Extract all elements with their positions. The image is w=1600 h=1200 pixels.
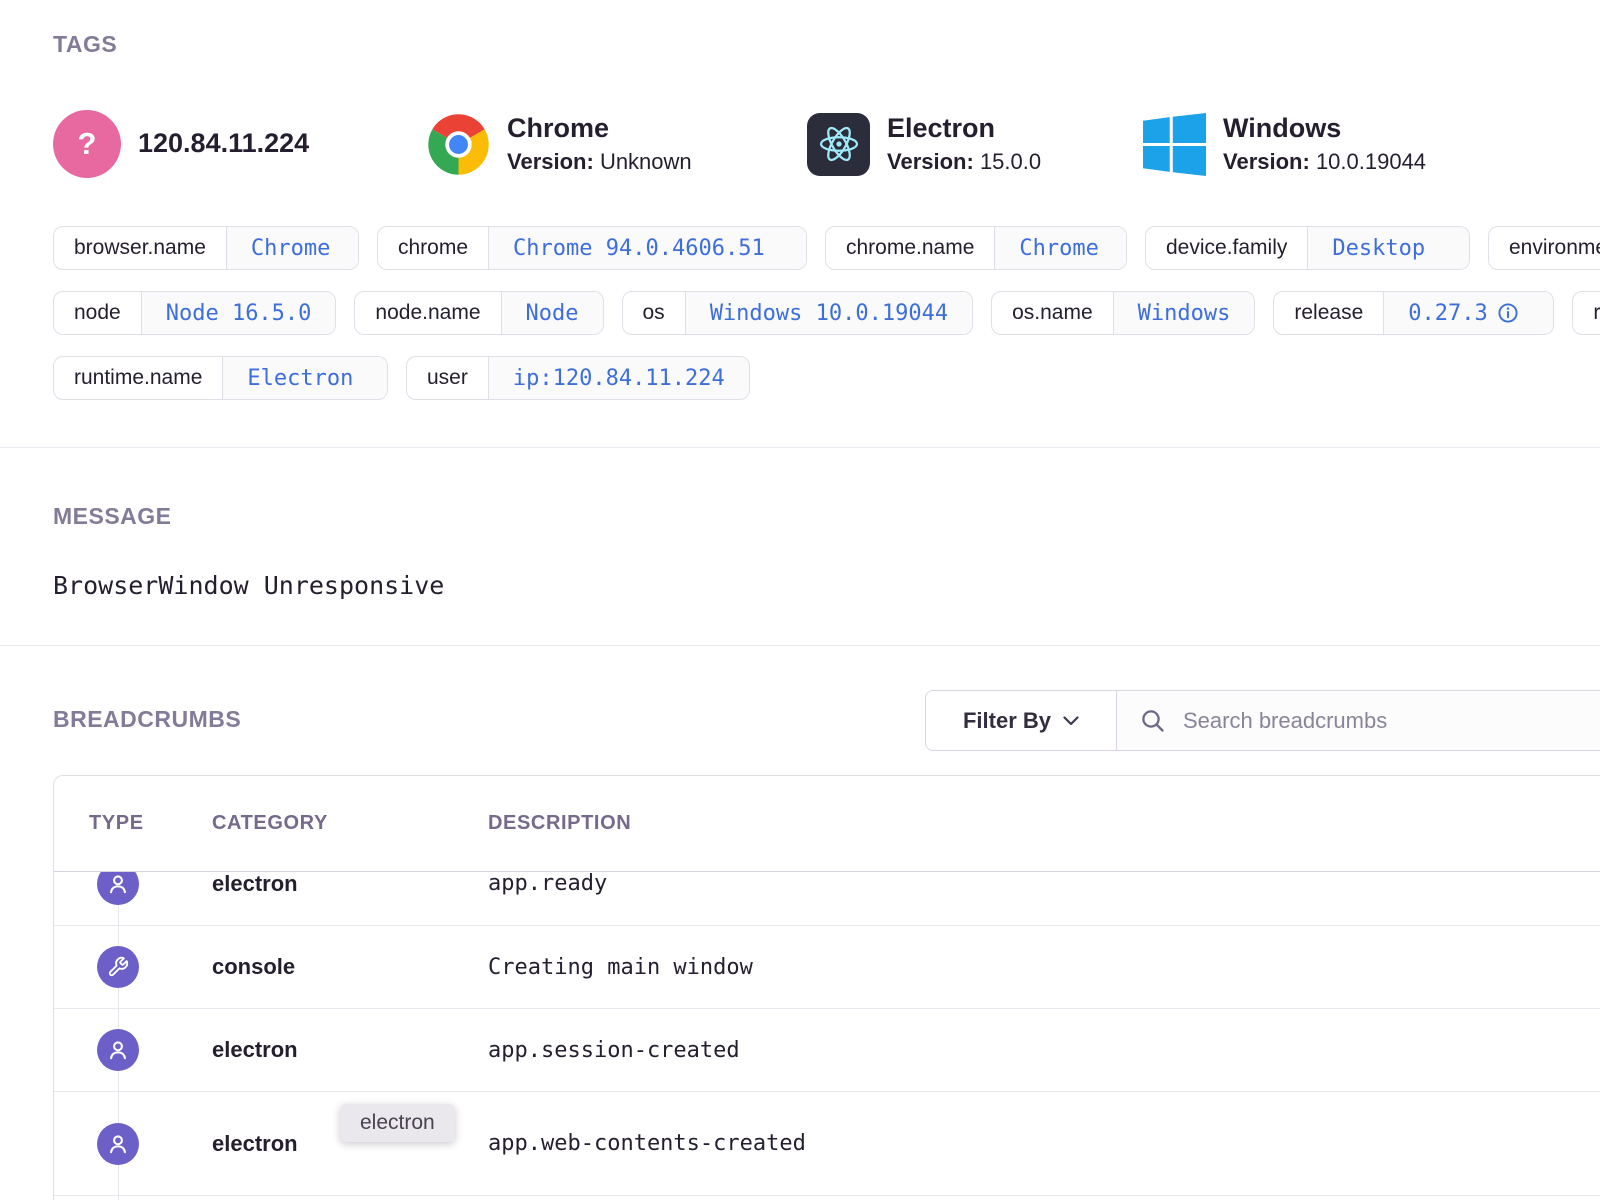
tag-key: node.name — [355, 292, 500, 334]
tag-key: browser.name — [54, 227, 226, 269]
tag-value[interactable]: 0.27.3 — [1383, 292, 1553, 334]
timeline-line — [118, 1196, 119, 1200]
tag-value[interactable]: Chrome 94.0.4606.51 — [488, 227, 806, 269]
chrome-logo-icon — [427, 113, 490, 176]
tag-pill-os-name: os.name Windows — [991, 291, 1255, 335]
tag-pill-node-name: node.name Node — [354, 291, 603, 335]
tag-key: runtime.name — [54, 357, 222, 399]
tag-pill-os: os Windows 10.0.19044 — [622, 291, 974, 335]
electron-logo-icon — [807, 113, 870, 176]
tag-value[interactable]: Chrome — [226, 227, 358, 269]
tag-pill-release: release 0.27.3 — [1273, 291, 1554, 335]
os-version: 10.0.19044 — [1316, 149, 1426, 174]
tag-key: user — [407, 357, 488, 399]
release-version: 0.27.3 — [1408, 301, 1487, 326]
tag-value[interactable]: Chrome — [994, 227, 1126, 269]
section-divider — [0, 447, 1600, 448]
tag-key: environment — [1489, 227, 1600, 269]
browser-version: Unknown — [600, 149, 692, 174]
tag-value[interactable]: Windows 10.0.19044 — [685, 292, 972, 334]
question-avatar-icon: ? — [53, 110, 121, 178]
tag-value[interactable]: Windows — [1113, 292, 1255, 334]
breadcrumb-description: app.web-contents-created — [488, 1131, 1600, 1156]
tag-pill-runtime: runtime — [1572, 291, 1600, 335]
tag-value[interactable]: Node — [501, 292, 603, 334]
version-label: Version: — [887, 149, 974, 174]
breadcrumb-category: console — [212, 954, 488, 980]
breadcrumb-row[interactable]: console Creating main window — [54, 925, 1600, 1008]
user-icon — [97, 872, 139, 905]
browser-name: Chrome — [507, 113, 692, 144]
tag-pill-runtime-name: runtime.name Electron — [53, 356, 388, 400]
tag-pill-environment: environment — [1488, 226, 1600, 270]
column-header-description: DESCRIPTION — [488, 812, 1600, 835]
breadcrumb-row-partial — [54, 1195, 1600, 1200]
tag-pill-chrome: chrome Chrome 94.0.4606.51 — [377, 226, 807, 270]
breadcrumb-description: app.ready — [488, 872, 1600, 896]
windows-logo-icon — [1143, 113, 1206, 176]
breadcrumbs-section-title: BREADCRUMBS — [53, 706, 241, 733]
tag-pill-browser-name: browser.name Chrome — [53, 226, 359, 270]
tag-card-ip: ? 120.84.11.224 — [53, 110, 427, 178]
breadcrumb-row[interactable]: electron app.session-created — [54, 1008, 1600, 1091]
user-icon — [97, 1029, 139, 1071]
tag-card-windows: Windows Version: 10.0.19044 — [1143, 113, 1426, 176]
breadcrumbs-controls: Filter By — [925, 690, 1600, 751]
category-tooltip: electron — [340, 1104, 455, 1142]
tag-key: os.name — [992, 292, 1113, 334]
runtime-version: 15.0.0 — [980, 149, 1041, 174]
ip-address: 120.84.11.224 — [138, 128, 309, 159]
breadcrumbs-table: TYPE CATEGORY DESCRIPTION electron app.r… — [53, 775, 1600, 1200]
section-divider — [0, 645, 1600, 646]
tag-pill-device-family: device.family Desktop — [1145, 226, 1470, 270]
breadcrumb-category: electron — [212, 872, 488, 897]
tag-key: chrome.name — [826, 227, 994, 269]
breadcrumb-row[interactable]: electron app.ready — [54, 872, 1600, 925]
column-header-type: TYPE — [54, 812, 212, 835]
tag-value[interactable]: ip:120.84.11.224 — [488, 357, 749, 399]
tag-pill-node: node Node 16.5.0 — [53, 291, 336, 335]
runtime-name: Electron — [887, 113, 1041, 144]
tag-value[interactable]: Node 16.5.0 — [141, 292, 336, 334]
search-input[interactable] — [1181, 707, 1585, 735]
tag-pill-list: browser.name Chrome chrome Chrome 94.0.4… — [53, 226, 1600, 421]
os-name: Windows — [1223, 113, 1426, 144]
breadcrumb-description: app.session-created — [488, 1038, 1600, 1063]
column-header-category: CATEGORY — [212, 812, 488, 835]
tag-value[interactable]: Desktop — [1307, 227, 1469, 269]
breadcrumb-description: Creating main window — [488, 955, 1600, 980]
tag-card-electron: Electron Version: 15.0.0 — [807, 113, 1143, 176]
user-icon — [97, 1123, 139, 1165]
tags-section-title: TAGS — [53, 31, 117, 58]
tag-pill-user: user ip:120.84.11.224 — [406, 356, 750, 400]
info-icon[interactable] — [1497, 302, 1519, 324]
wrench-icon — [97, 946, 139, 988]
tag-key: release — [1274, 292, 1383, 334]
filter-by-button[interactable]: Filter By — [926, 691, 1117, 750]
breadcrumb-category: electron — [212, 1037, 488, 1063]
breadcrumbs-table-header: TYPE CATEGORY DESCRIPTION — [54, 776, 1600, 872]
search-icon — [1139, 707, 1167, 735]
tag-key: runtime — [1573, 292, 1600, 334]
version-label: Version: — [1223, 149, 1310, 174]
issue-detail-page: TAGS ? 120.84.11.224 Chrome Version: Unk… — [0, 0, 1600, 1200]
filter-by-label: Filter By — [963, 708, 1051, 734]
tag-key: device.family — [1146, 227, 1307, 269]
message-text: BrowserWindow Unresponsive — [53, 571, 444, 600]
tag-key: chrome — [378, 227, 488, 269]
message-section-title: MESSAGE — [53, 503, 172, 530]
tag-card-chrome: Chrome Version: Unknown — [427, 113, 807, 176]
tag-pill-chrome-name: chrome.name Chrome — [825, 226, 1127, 270]
breadcrumbs-search — [1117, 691, 1600, 750]
tag-cards: ? 120.84.11.224 Chrome Version: Unknown — [53, 110, 1600, 178]
tag-key: node — [54, 292, 141, 334]
breadcrumb-row[interactable]: electron app.web-contents-created — [54, 1091, 1600, 1195]
tag-key: os — [623, 292, 685, 334]
version-label: Version: — [507, 149, 594, 174]
breadcrumbs-table-body: electron app.ready console Creating main… — [54, 872, 1600, 1200]
tag-value[interactable]: Electron — [222, 357, 387, 399]
chevron-down-icon — [1063, 716, 1079, 726]
